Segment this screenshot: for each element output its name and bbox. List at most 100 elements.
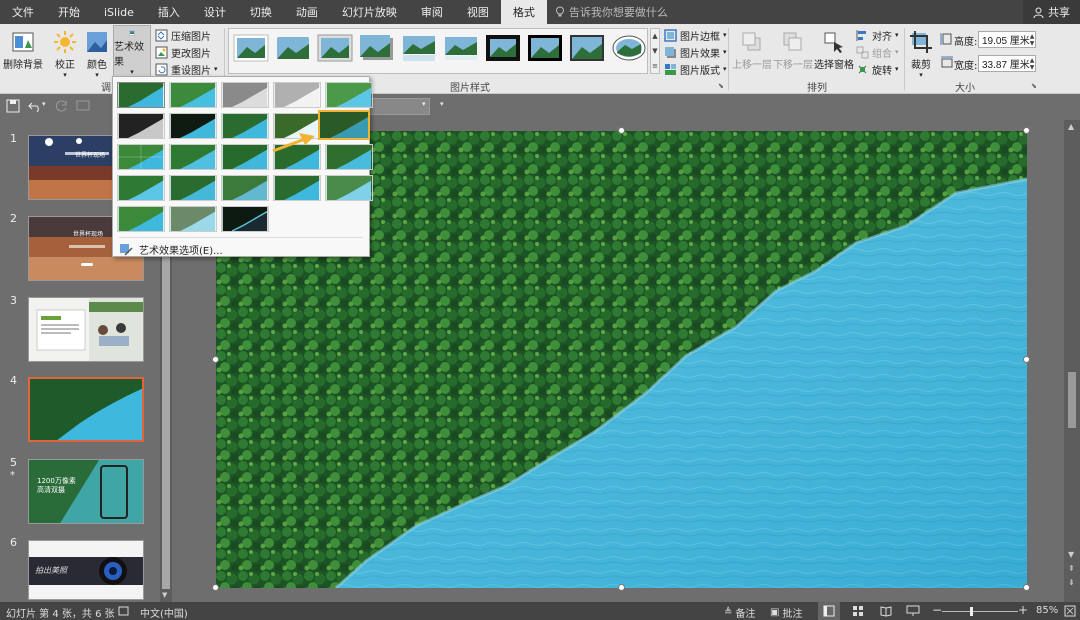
gallery-down-icon[interactable]: ▼ [652,47,657,55]
tab-slideshow[interactable]: 幻灯片放映 [330,0,409,24]
change-picture-button[interactable]: 更改图片 [155,44,211,60]
scroll-down-icon[interactable]: ▼ [162,591,167,599]
resize-handle-top[interactable] [618,127,625,134]
art-effect-paint-brush[interactable] [221,113,269,139]
fit-to-window-icon[interactable] [1064,605,1076,617]
slide-thumbnail-4[interactable] [28,377,144,442]
picture-style-black-shadow[interactable] [527,34,563,62]
rotate-button[interactable]: 旋转 ▾ [856,61,899,77]
picture-style-drop-shadow[interactable] [359,34,395,62]
slide-thumbnail-5[interactable]: 1200万像素 高清双摄 [28,459,144,524]
picture-styles-gallery[interactable] [228,28,648,74]
picture-style-metal-frame[interactable] [569,34,605,62]
color-button[interactable]: 颜色 ▾ [82,26,112,79]
undo-icon[interactable] [28,99,42,113]
zoom-out-icon[interactable]: − [932,603,942,617]
picture-effects-button[interactable]: 图片效果 ▾ [664,44,727,60]
selection-pane-button[interactable]: 选择窗格 [814,26,854,71]
tab-animations[interactable]: 动画 [284,0,330,24]
art-effect-pencil-sketch[interactable] [273,82,321,108]
picture-border-button[interactable]: 图片边框 ▾ [664,27,727,43]
gallery-scroll[interactable]: ▲ ▼ ≡ [650,28,660,74]
language-status[interactable]: 中文(中国) [140,605,188,620]
resize-handle-left[interactable] [212,356,219,363]
art-effect-cutout[interactable] [221,144,269,170]
save-icon[interactable] [6,99,20,113]
art-effect-chalk-sketch[interactable] [117,113,165,139]
tab-transitions[interactable]: 切换 [238,0,284,24]
correct-button[interactable]: 校正 ▾ [50,26,80,79]
tab-home[interactable]: 开始 [46,0,92,24]
art-effect-mosaic[interactable] [325,144,373,170]
font-combo-box[interactable] [368,98,430,115]
tab-view[interactable]: 视图 [455,0,501,24]
spellcheck-icon[interactable] [118,606,129,616]
picture-style-reflected[interactable] [401,34,437,62]
resize-handle-right[interactable] [1023,356,1030,363]
tab-islide[interactable]: iSlide [92,0,146,24]
art-effect-watercolor[interactable] [169,144,217,170]
crop-button[interactable]: 裁剪 ▾ [906,26,936,79]
previous-slide-icon[interactable]: ⇞ [1068,564,1075,573]
picture-style-simple-frame[interactable] [233,34,269,62]
tab-format[interactable]: 格式 [500,0,547,24]
tab-insert[interactable]: 插入 [146,0,192,24]
zoom-slider-track[interactable] [942,611,1018,612]
art-effect-glow-edges[interactable] [221,206,269,232]
combo-dropdown-icon[interactable]: ▾ [422,100,426,108]
group-objects-button[interactable]: 组合 ▾ [856,44,899,60]
picture-style-beveled[interactable] [317,34,353,62]
resize-handle-bottom-right[interactable] [1023,584,1030,591]
send-backward-button[interactable]: 下移一层 [773,26,813,71]
qat-customize-icon[interactable]: ▾ [440,100,444,108]
tab-design[interactable]: 设计 [192,0,238,24]
start-from-beginning-icon[interactable] [76,99,90,113]
art-effect-cement[interactable] [169,175,217,201]
resize-handle-top-right[interactable] [1023,127,1030,134]
art-effect-plastic-wrap[interactable] [325,175,373,201]
art-effect-texturizer[interactable] [221,175,269,201]
slide-sorter-icon[interactable] [852,605,864,617]
comments-button[interactable]: ▣ 批注 [770,605,802,620]
dialog-launcher-icon[interactable]: ⬊ [1031,82,1037,90]
undo-dropdown-icon[interactable]: ▾ [42,100,46,108]
height-spinner[interactable]: ▲ ▼ [1028,31,1036,48]
slide-thumbnail-6[interactable]: 拍出美照 [28,540,144,600]
art-effect-glass[interactable] [117,206,165,232]
share-button[interactable]: 共享 [1023,0,1080,24]
picture-style-thick-black[interactable] [485,34,521,62]
align-button[interactable]: 对齐 ▾ [856,27,899,43]
tell-me-box[interactable]: 告诉我你想要做什么 [555,0,668,24]
next-slide-icon[interactable]: ⇟ [1068,578,1075,587]
scrollbar-thumb[interactable] [1068,372,1076,428]
art-effect-none[interactable] [117,82,165,108]
dialog-launcher-icon[interactable]: ⬊ [718,82,724,90]
notes-button[interactable]: ≜ 备注 [724,605,755,620]
art-effects-options-menu-item[interactable]: 艺术效果选项(E)... [119,241,223,257]
normal-view-button[interactable] [818,602,840,620]
art-effects-button[interactable]: 艺术效果 ▾ [113,25,151,77]
art-effect-blur-highlighted[interactable] [318,110,370,140]
slide-thumbnail-3[interactable] [28,297,144,362]
reset-picture-button[interactable]: 重设图片 ▾ [155,61,218,77]
scroll-down-icon[interactable]: ▼ [1068,550,1074,559]
redo-icon[interactable] [54,99,68,113]
art-effect-crosshatch[interactable] [117,175,165,201]
gallery-more-icon[interactable]: ≡ [652,62,658,70]
gallery-up-icon[interactable]: ▲ [652,32,657,40]
width-spinner[interactable]: ▲ ▼ [1028,55,1036,72]
remove-background-button[interactable]: 删除背景 [2,26,44,71]
art-effect-pastels[interactable] [273,175,321,201]
tab-review[interactable]: 审阅 [409,0,455,24]
art-effect-light-screen[interactable] [117,144,165,170]
zoom-in-icon[interactable]: + [1018,603,1028,617]
reading-view-icon[interactable] [880,605,892,617]
art-effect-marker[interactable] [169,82,217,108]
picture-style-soft-edge[interactable] [275,34,311,62]
picture-style-oval[interactable] [611,34,647,62]
scroll-up-icon[interactable]: ▲ [1068,122,1074,131]
resize-handle-bottom-left[interactable] [212,584,219,591]
picture-style-soft-reflect[interactable] [443,34,479,62]
bring-forward-button[interactable]: 上移一层 [732,26,772,71]
zoom-slider-thumb[interactable] [970,607,973,616]
